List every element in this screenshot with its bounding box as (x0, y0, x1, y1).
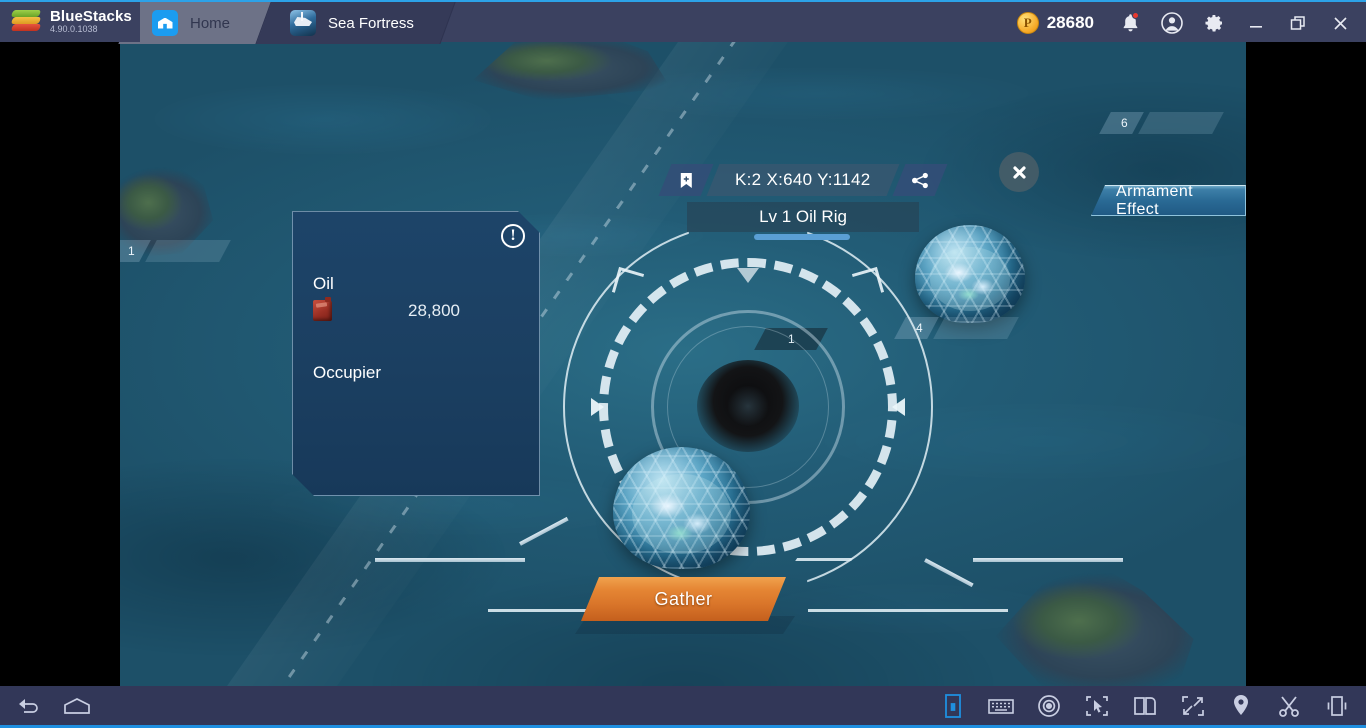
eye-target-icon (1038, 694, 1060, 717)
reticle-core (697, 360, 799, 452)
gear-icon (1205, 15, 1222, 32)
minimize-icon (1250, 26, 1262, 28)
multi-instance-button[interactable] (1130, 691, 1160, 721)
location-button[interactable] (1226, 691, 1256, 721)
notification-badge (1132, 12, 1139, 19)
hud-line-right (973, 558, 1123, 562)
home-icon (152, 10, 178, 36)
cursor-select-icon (1086, 695, 1108, 716)
reticle-marker-right-icon (892, 398, 905, 416)
oil-rig-dome[interactable] (613, 447, 750, 569)
resource-value: 28,800 (408, 300, 460, 320)
tile-banner-6-label: 6 (1121, 116, 1128, 130)
tab-strip: Home Sea Fortress (118, 2, 456, 44)
location-pin-icon (1234, 694, 1248, 715)
bookmark-button[interactable] (658, 164, 714, 196)
back-arrow-icon (19, 698, 38, 713)
bottom-toolbar (0, 686, 1366, 728)
portrait-mode-button[interactable] (938, 691, 968, 721)
home-button[interactable] (62, 691, 92, 721)
share-icon (911, 172, 928, 188)
close-icon (1012, 165, 1026, 179)
eco-mode-button[interactable] (1034, 691, 1064, 721)
target-title-banner: Lv 1 Oil Rig (687, 202, 919, 232)
coordinate-bar: K:2 X:640 Y:1142 (658, 164, 948, 196)
info-badge-icon[interactable]: ! (501, 224, 525, 248)
screenshot-cut-button[interactable] (1274, 691, 1304, 721)
home-outline-icon (64, 697, 90, 714)
reticle-bracket-right (808, 562, 1008, 612)
hud-line-left (375, 558, 525, 562)
brand-logo-area: BlueStacks 4.90.0.1038 (0, 2, 140, 42)
resource-row: 28,800 (313, 300, 519, 321)
keyboard-icon (988, 698, 1014, 714)
bluestacks-logo-icon (10, 10, 42, 34)
gather-button[interactable]: Gather (581, 577, 786, 621)
window-close-button[interactable] (1320, 2, 1360, 44)
points-coin-icon: P (1016, 12, 1039, 34)
tile-banner-1-label: 1 (128, 244, 135, 258)
keyboard-controls-button[interactable] (986, 691, 1016, 721)
titlebar-controls: P 28680 (1011, 2, 1366, 44)
occupier-label: Occupier (313, 363, 382, 382)
copy-rotate-icon (1134, 696, 1156, 715)
reticle-marker-top-icon (737, 268, 759, 283)
bluestacks-window: BlueStacks 4.90.0.1038 Home Sea Fortress… (0, 0, 1366, 728)
cursor-select-button[interactable] (1082, 691, 1112, 721)
emulator-stage: 1 6 4 1 K:2 X:640 Y:1142 Lv 1 Oil Rig Ar… (0, 42, 1366, 686)
brand-name: BlueStacks (50, 8, 132, 26)
fullscreen-expand-icon (1182, 695, 1204, 716)
shake-phone-icon (1327, 695, 1347, 716)
coordinate-chip[interactable]: K:2 X:640 Y:1142 (706, 164, 900, 196)
target-info-panel: ! Oil 28,800 Occupier (292, 211, 540, 496)
tab-home-label: Home (190, 14, 231, 32)
oil-canister-icon (313, 300, 332, 321)
game-icon (290, 10, 317, 36)
minimize-button[interactable] (1236, 2, 1276, 44)
coordinate-text: K:2 X:640 Y:1142 (735, 170, 871, 189)
tab-sea-fortress-label: Sea Fortress (328, 14, 414, 32)
user-avatar-icon (1161, 12, 1183, 34)
titlebar: BlueStacks 4.90.0.1038 Home Sea Fortress… (0, 0, 1366, 44)
armament-effect-button[interactable]: Armament Effect (1091, 185, 1246, 216)
tab-sea-fortress[interactable]: Sea Fortress (256, 2, 456, 44)
back-button[interactable] (14, 691, 44, 721)
bottom-left-controls (14, 691, 92, 721)
resource-label: Oil (313, 274, 334, 293)
restore-icon (1290, 16, 1305, 30)
share-button[interactable] (892, 164, 948, 196)
notifications-button[interactable] (1110, 2, 1150, 44)
phone-portrait-icon (945, 693, 961, 718)
target-title: Lv 1 Oil Rig (759, 207, 847, 226)
target-progress-bar (754, 234, 850, 240)
account-button[interactable] (1152, 2, 1192, 44)
game-viewport[interactable]: 1 6 4 1 K:2 X:640 Y:1142 Lv 1 Oil Rig Ar… (120, 42, 1246, 686)
restore-button[interactable] (1278, 2, 1318, 44)
armament-effect-label: Armament Effect (1116, 182, 1193, 218)
bookmark-icon (680, 172, 692, 188)
gather-button-label: Gather (654, 588, 713, 609)
points-value: 28680 (1046, 13, 1094, 32)
shake-device-button[interactable] (1322, 691, 1352, 721)
close-icon (1333, 16, 1347, 30)
reticle-marker-left-icon (591, 398, 604, 416)
panel-close-button[interactable] (999, 152, 1039, 192)
fullscreen-button[interactable] (1178, 691, 1208, 721)
settings-button[interactable] (1194, 2, 1234, 44)
tab-home[interactable]: Home (118, 2, 272, 44)
brand-version: 4.90.0.1038 (50, 24, 98, 35)
bottom-right-controls (938, 691, 1352, 721)
scissors-icon (1279, 695, 1299, 717)
points-display[interactable]: P 28680 (1011, 12, 1108, 34)
